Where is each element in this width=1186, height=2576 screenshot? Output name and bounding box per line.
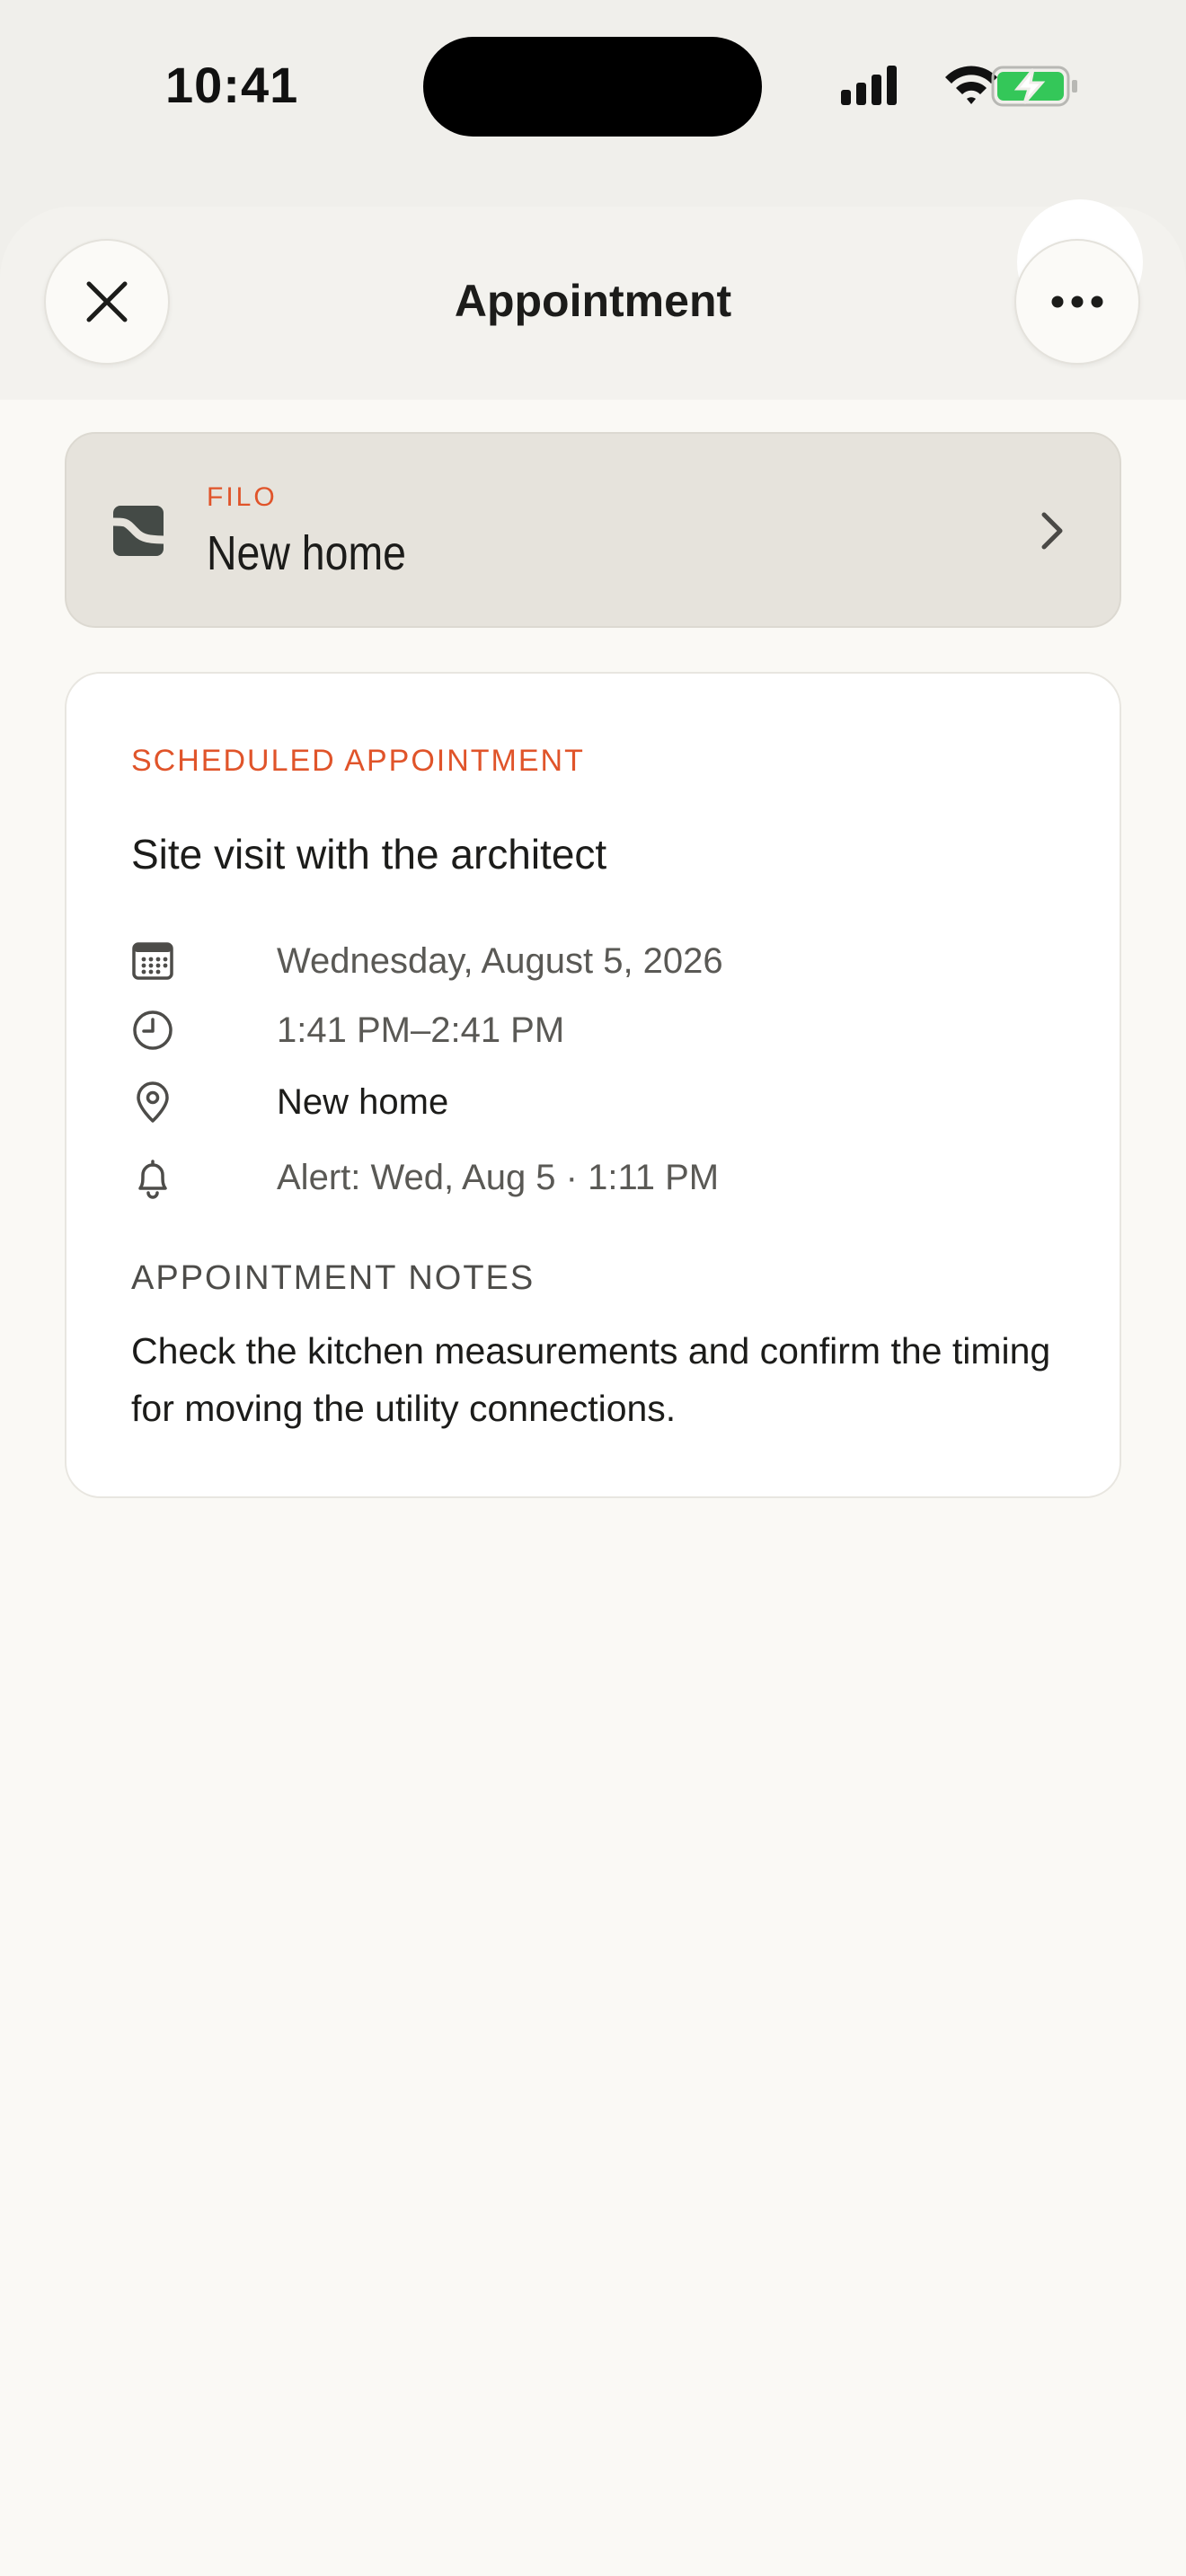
date-row: Wednesday, August 5, 2026: [131, 934, 1030, 984]
chevron-right-icon: [1041, 512, 1063, 550]
cellular-signal-icon: [841, 66, 897, 105]
location-pin-icon: [137, 1081, 169, 1123]
more-options-button[interactable]: [1014, 239, 1140, 365]
battery-charging-icon: [991, 66, 1077, 107]
alert-row: Alert: Wed, Aug 5 · 1:11 PM: [131, 1151, 1030, 1201]
project-card[interactable]: FILO New home: [65, 432, 1121, 628]
appointment-time: 1:41 PM–2:41 PM: [277, 1010, 565, 1050]
time-row: 1:41 PM–2:41 PM: [131, 1003, 1030, 1054]
more-horizontal-icon: [1051, 296, 1103, 308]
appointment-title: Site visit with the architect: [131, 831, 607, 878]
wifi-icon: [945, 66, 997, 104]
appointment-card: SCHEDULED APPOINTMENT Site visit with th…: [65, 672, 1121, 1498]
notes-heading: APPOINTMENT NOTES: [131, 1259, 535, 1297]
appointment-location: New home: [277, 1082, 449, 1122]
location-row: New home: [131, 1075, 1030, 1125]
dynamic-island: [423, 37, 762, 137]
bell-icon: [138, 1160, 167, 1199]
appointment-date: Wednesday, August 5, 2026: [277, 941, 723, 981]
status-time: 10:41: [165, 57, 299, 113]
calendar-icon: [132, 942, 173, 980]
filo-logo-icon: [113, 506, 164, 556]
page-title: Appointment: [454, 276, 732, 326]
appointment-alert: Alert: Wed, Aug 5 · 1:11 PM: [277, 1158, 720, 1197]
appointment-kicker: SCHEDULED APPOINTMENT: [131, 744, 585, 778]
notes-body: Check the kitchen measurements and confi…: [131, 1330, 1051, 1429]
project-kicker: FILO: [207, 482, 278, 512]
clock-icon: [133, 1010, 173, 1050]
project-name: New home: [207, 526, 406, 580]
status-icons: [841, 66, 1077, 107]
